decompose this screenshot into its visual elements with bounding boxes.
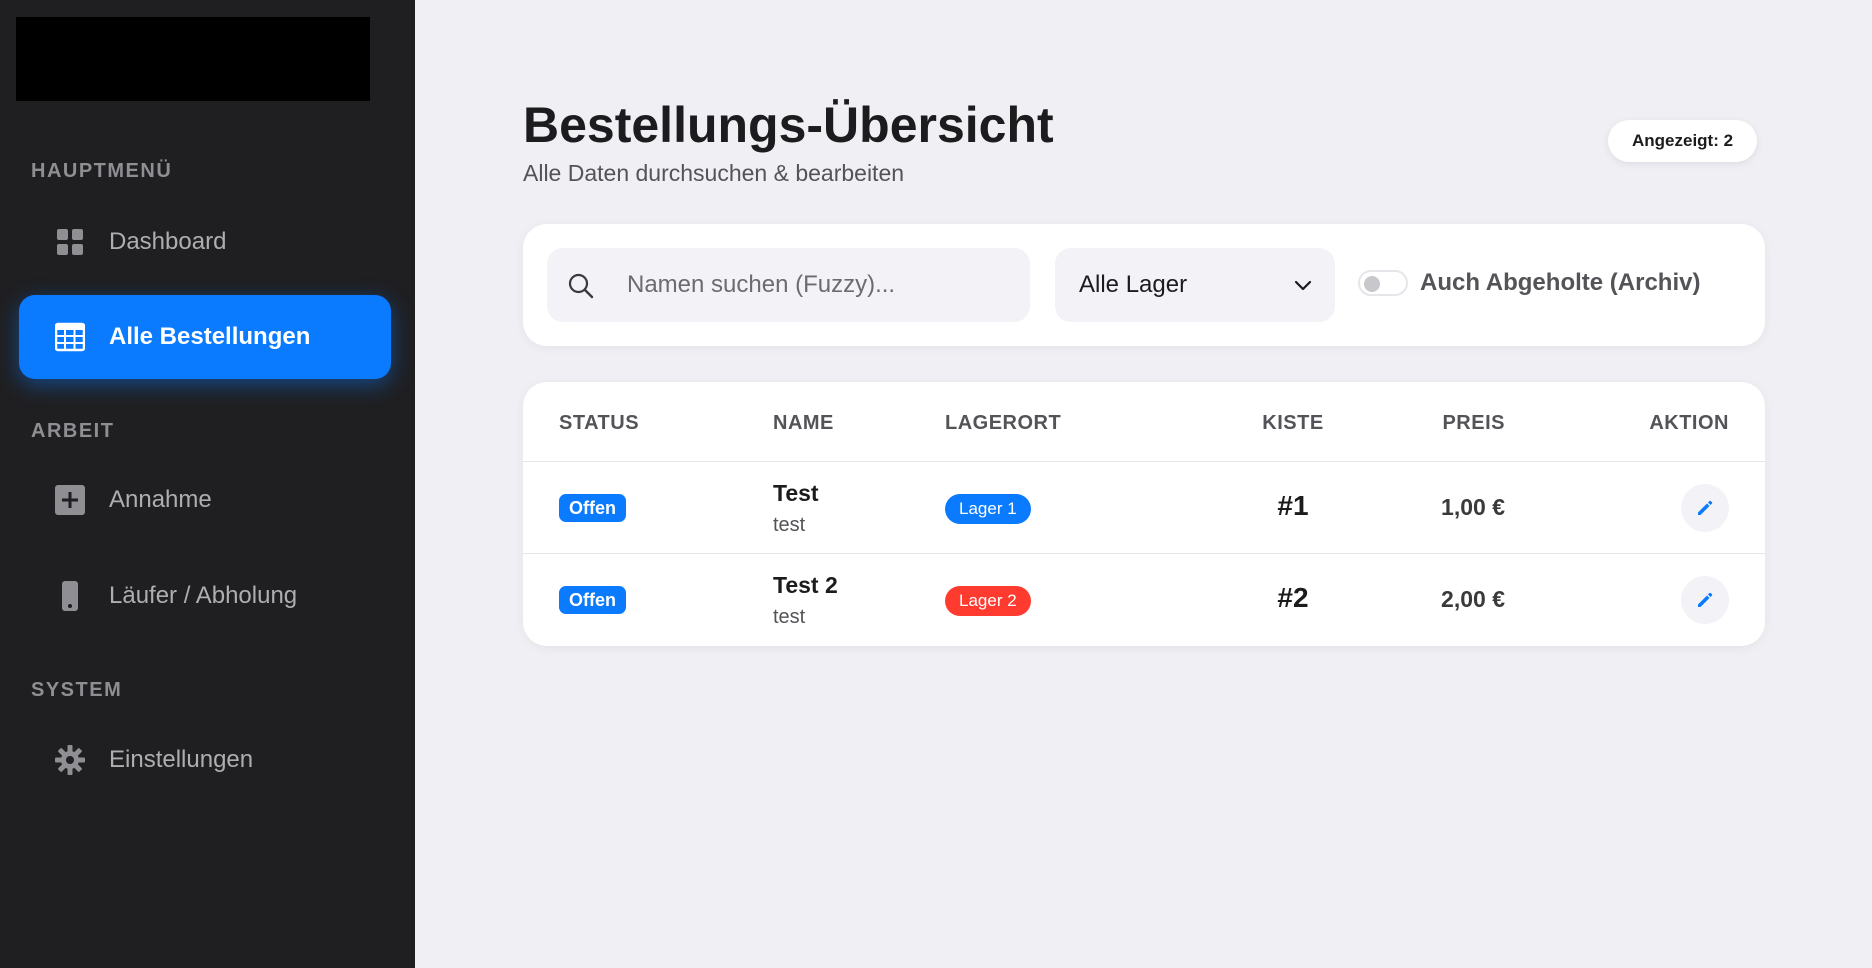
pencil-icon — [1698, 500, 1713, 515]
status-badge: Offen — [559, 494, 626, 522]
edit-button[interactable] — [1681, 576, 1729, 624]
kiste-number: #2 — [1277, 582, 1309, 613]
gear-icon — [55, 745, 85, 775]
archive-toggle[interactable] — [1358, 270, 1408, 296]
section-title-arbeit: ARBEIT — [31, 420, 115, 442]
orders-table: STATUS NAME LAGERORT KISTE PREIS AKTION … — [523, 382, 1765, 646]
sidebar-item-annahme[interactable]: Annahme — [19, 458, 391, 542]
search-icon — [568, 273, 594, 299]
status-badge: Offen — [559, 586, 626, 614]
search-input[interactable] — [627, 248, 1017, 322]
toggle-knob — [1364, 276, 1380, 292]
order-name: Test 2 — [773, 572, 838, 598]
lager-select-value: Alle Lager — [1079, 271, 1188, 298]
section-title-system: SYSTEM — [31, 679, 123, 701]
page-title: Bestellungs-Übersicht — [523, 97, 1054, 153]
column-header-lagerort: LAGERORT — [945, 412, 1062, 434]
sidebar-item-dashboard[interactable]: Dashboard — [19, 200, 391, 284]
table-row: Offen Test test Lager 1 #1 1,00 € — [523, 461, 1765, 553]
column-header-name: NAME — [773, 412, 834, 434]
sidebar-item-label: Annahme — [109, 486, 212, 513]
column-header-kiste: KISTE — [1262, 412, 1324, 434]
column-header-preis: PREIS — [1442, 412, 1505, 434]
logo — [16, 17, 370, 101]
lager-badge: Lager 2 — [945, 586, 1031, 616]
lager-select[interactable]: Alle Lager — [1055, 248, 1335, 322]
sidebar-item-alle-bestellungen[interactable]: Alle Bestellungen — [19, 295, 391, 379]
plus-square-icon — [55, 485, 85, 515]
order-name: Test — [773, 480, 819, 506]
count-badge: Angezeigt: 2 — [1608, 120, 1758, 162]
lager-badge: Lager 1 — [945, 494, 1031, 524]
sidebar-item-label: Einstellungen — [109, 746, 254, 773]
column-header-status: STATUS — [559, 412, 640, 434]
table-row: Offen Test 2 test Lager 2 #2 2,00 € — [523, 553, 1765, 645]
search-box[interactable] — [547, 248, 1030, 322]
archive-toggle-label: Auch Abgeholte (Archiv) — [1420, 269, 1701, 296]
kiste-number: #1 — [1277, 490, 1309, 521]
sidebar-item-laeufer-abholung[interactable]: Läufer / Abholung — [19, 554, 391, 638]
order-subtext: test — [773, 606, 806, 628]
price: 2,00 € — [1441, 586, 1505, 612]
filter-bar: Alle Lager Auch Abgeholte (Archiv) — [523, 224, 1765, 346]
sidebar-item-label: Läufer / Abholung — [109, 582, 298, 609]
column-header-aktion: AKTION — [1649, 412, 1729, 434]
phone-icon — [55, 581, 85, 611]
archive-toggle-wrap[interactable]: Auch Abgeholte (Archiv) — [1358, 266, 1700, 300]
pencil-icon — [1698, 592, 1713, 607]
page-subtitle: Alle Daten durchsuchen & bearbeiten — [523, 160, 905, 186]
order-subtext: test — [773, 514, 806, 536]
edit-button[interactable] — [1681, 484, 1729, 532]
table-icon — [55, 322, 85, 352]
sidebar-item-label: Alle Bestellungen — [109, 323, 311, 350]
chevron-down-icon — [1294, 280, 1312, 291]
dashboard-grid-icon — [55, 227, 85, 257]
section-title-hauptmenu: HAUPTMENÜ — [31, 160, 173, 182]
sidebar-item-label: Dashboard — [109, 228, 227, 255]
sidebar-item-einstellungen[interactable]: Einstellungen — [19, 718, 391, 802]
price: 1,00 € — [1441, 494, 1505, 520]
sidebar: HAUPTMENÜ Dashboard Alle Bestellungen AR… — [0, 0, 415, 968]
